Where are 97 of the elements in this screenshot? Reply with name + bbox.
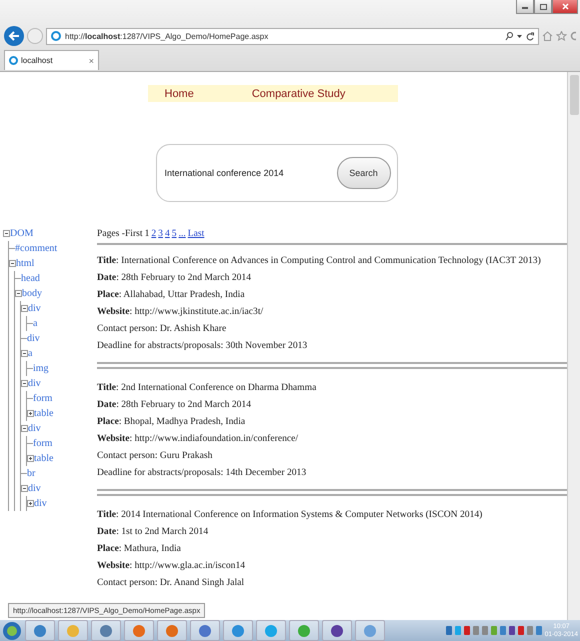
result-line: Title: 2014 International Conference on Information Systems & Computer Networks (ISCON 2014) [97,508,484,522]
tree-node-label[interactable]: div [28,483,41,494]
result-line: Deadline for abstracts/proposals: 30th November 2013 [97,339,308,353]
circle-icon [66,624,80,638]
page-link[interactable]: ... [178,228,186,238]
refresh-icon[interactable] [526,32,534,40]
close-button[interactable] [552,0,578,14]
maximize-button[interactable] [534,0,552,14]
circle-icon [231,624,245,638]
taskbar-app-button[interactable] [124,620,154,641]
expand-toggle-icon[interactable] [15,290,22,297]
result-line: Website: http://www.jkinstitute.ac.in/iac3t/ [97,305,264,319]
page-icon [51,31,61,41]
tree-node-label[interactable]: html [16,258,34,269]
circle-icon [363,624,377,638]
expand-toggle-icon[interactable] [21,350,28,357]
result-line: Contact person: Guru Prakash [97,449,214,463]
tree-node-label[interactable]: #comment [15,243,58,254]
caret-icon[interactable] [517,34,522,38]
page-link[interactable]: 4 [164,228,170,238]
minimize-button[interactable] [516,0,534,14]
page-link[interactable]: 3 [158,228,163,238]
close-icon [562,3,568,10]
result-line: Title: International Conference on Advances in Computing Control and Communication Technology (IAC3T 2013) [97,254,542,268]
tree-node-label[interactable]: form [33,438,52,449]
tree-node-label[interactable]: a [28,348,32,359]
result-line: Place: Bhopal, Madhya Pradesh, India [97,415,246,429]
taskbar-app-button[interactable] [25,620,55,641]
page-link[interactable]: 1 [144,228,150,238]
circle-icon [99,624,113,638]
circle-icon [297,624,311,638]
page-link[interactable]: 5 [172,228,177,238]
expand-toggle-icon[interactable] [3,230,10,237]
tree-node-label[interactable]: table [34,453,54,464]
back-button[interactable] [4,26,24,46]
taskbar-app-button[interactable] [157,620,187,641]
expand-toggle-icon[interactable] [27,500,34,507]
page-link[interactable]: Last [188,228,204,238]
expand-toggle-icon[interactable] [21,305,28,312]
tree-node-label[interactable]: div [27,333,40,344]
tree-node-label[interactable]: DOM [10,228,34,239]
pager-label: Pages -First [97,228,143,238]
tab-close-button[interactable]: × [88,56,94,66]
tree-node-label[interactable]: form [33,393,52,404]
search-field[interactable]: International conference 2014 [164,168,336,178]
tree-node-label[interactable]: body [22,288,42,299]
result-line: Contact person: Dr. Anand Singh Jalal [97,576,246,590]
expand-toggle-icon[interactable] [21,380,28,387]
circle-icon [165,624,179,638]
page-icon [9,56,18,65]
taskbar-app-button[interactable] [223,620,253,641]
tree-node-label[interactable]: div [28,303,41,314]
expand-toggle-icon[interactable] [21,485,28,492]
taskbar-app-button[interactable] [91,620,121,641]
circle-icon [132,624,146,638]
tree-node-label[interactable]: a [33,318,38,329]
taskbar-app-button[interactable] [190,620,220,641]
circle-icon [33,624,47,638]
star-icon[interactable] [556,31,567,41]
result-line: Place: Mathura, India [97,542,182,556]
tree-node-label[interactable]: div [28,423,41,434]
browser-tab[interactable]: localhost × [4,50,99,70]
result-line: Date: 1st to 2nd March 2014 [97,525,210,539]
result-line: Website: http://www.indiafoundation.in/conference/ [97,432,300,446]
expand-toggle-icon[interactable] [21,425,28,432]
nav-link[interactable]: Comparative Study [252,88,346,100]
tree-node-label[interactable]: br [27,468,36,479]
result-line: Place: Allahabad, Uttar Pradesh, India [97,288,246,302]
expand-toggle-icon[interactable] [9,260,16,267]
search-button[interactable]: Search [336,157,390,189]
scrollbar[interactable] [567,72,580,620]
result-line: Deadline for abstracts/proposals: 14th December 2013 [97,466,308,480]
result-line: Website: http://www.gla.ac.in/iscon14 [97,559,246,573]
minimize-icon [522,4,528,8]
tree-node-label[interactable]: div [34,498,47,509]
result-line: Date: 28th February to 2nd March 2014 [97,398,252,412]
tree-node-label[interactable]: img [33,363,49,374]
result-line: Date: 28th February to 2nd March 2014 [97,271,252,285]
tree-node-label[interactable]: head [21,273,40,284]
search-icon[interactable] [505,32,513,40]
maximize-icon [540,4,546,10]
result-line: Contact person: Dr. Ashish Khare [97,322,228,336]
arrow-icon [8,31,20,41]
page-link[interactable]: 2 [151,228,156,238]
result-line: Title: 2nd International Conference on Dharma Dhamma [97,381,318,395]
expand-toggle-icon[interactable] [27,410,34,417]
circle-icon [330,624,344,638]
address-bar[interactable]: http://localhost:1287/VIPS_Algo_Demo/HomePage.aspx [46,28,539,44]
nav-link[interactable]: Home [164,88,194,100]
taskbar-app-button[interactable] [322,620,352,641]
circle-icon [264,624,278,638]
home-icon[interactable] [542,31,553,41]
start-button[interactable] [2,620,22,640]
expand-toggle-icon[interactable] [27,455,34,462]
tree-node-label[interactable]: table [34,408,54,419]
tree-node-label[interactable]: div [28,378,41,389]
circle-icon [198,624,212,638]
